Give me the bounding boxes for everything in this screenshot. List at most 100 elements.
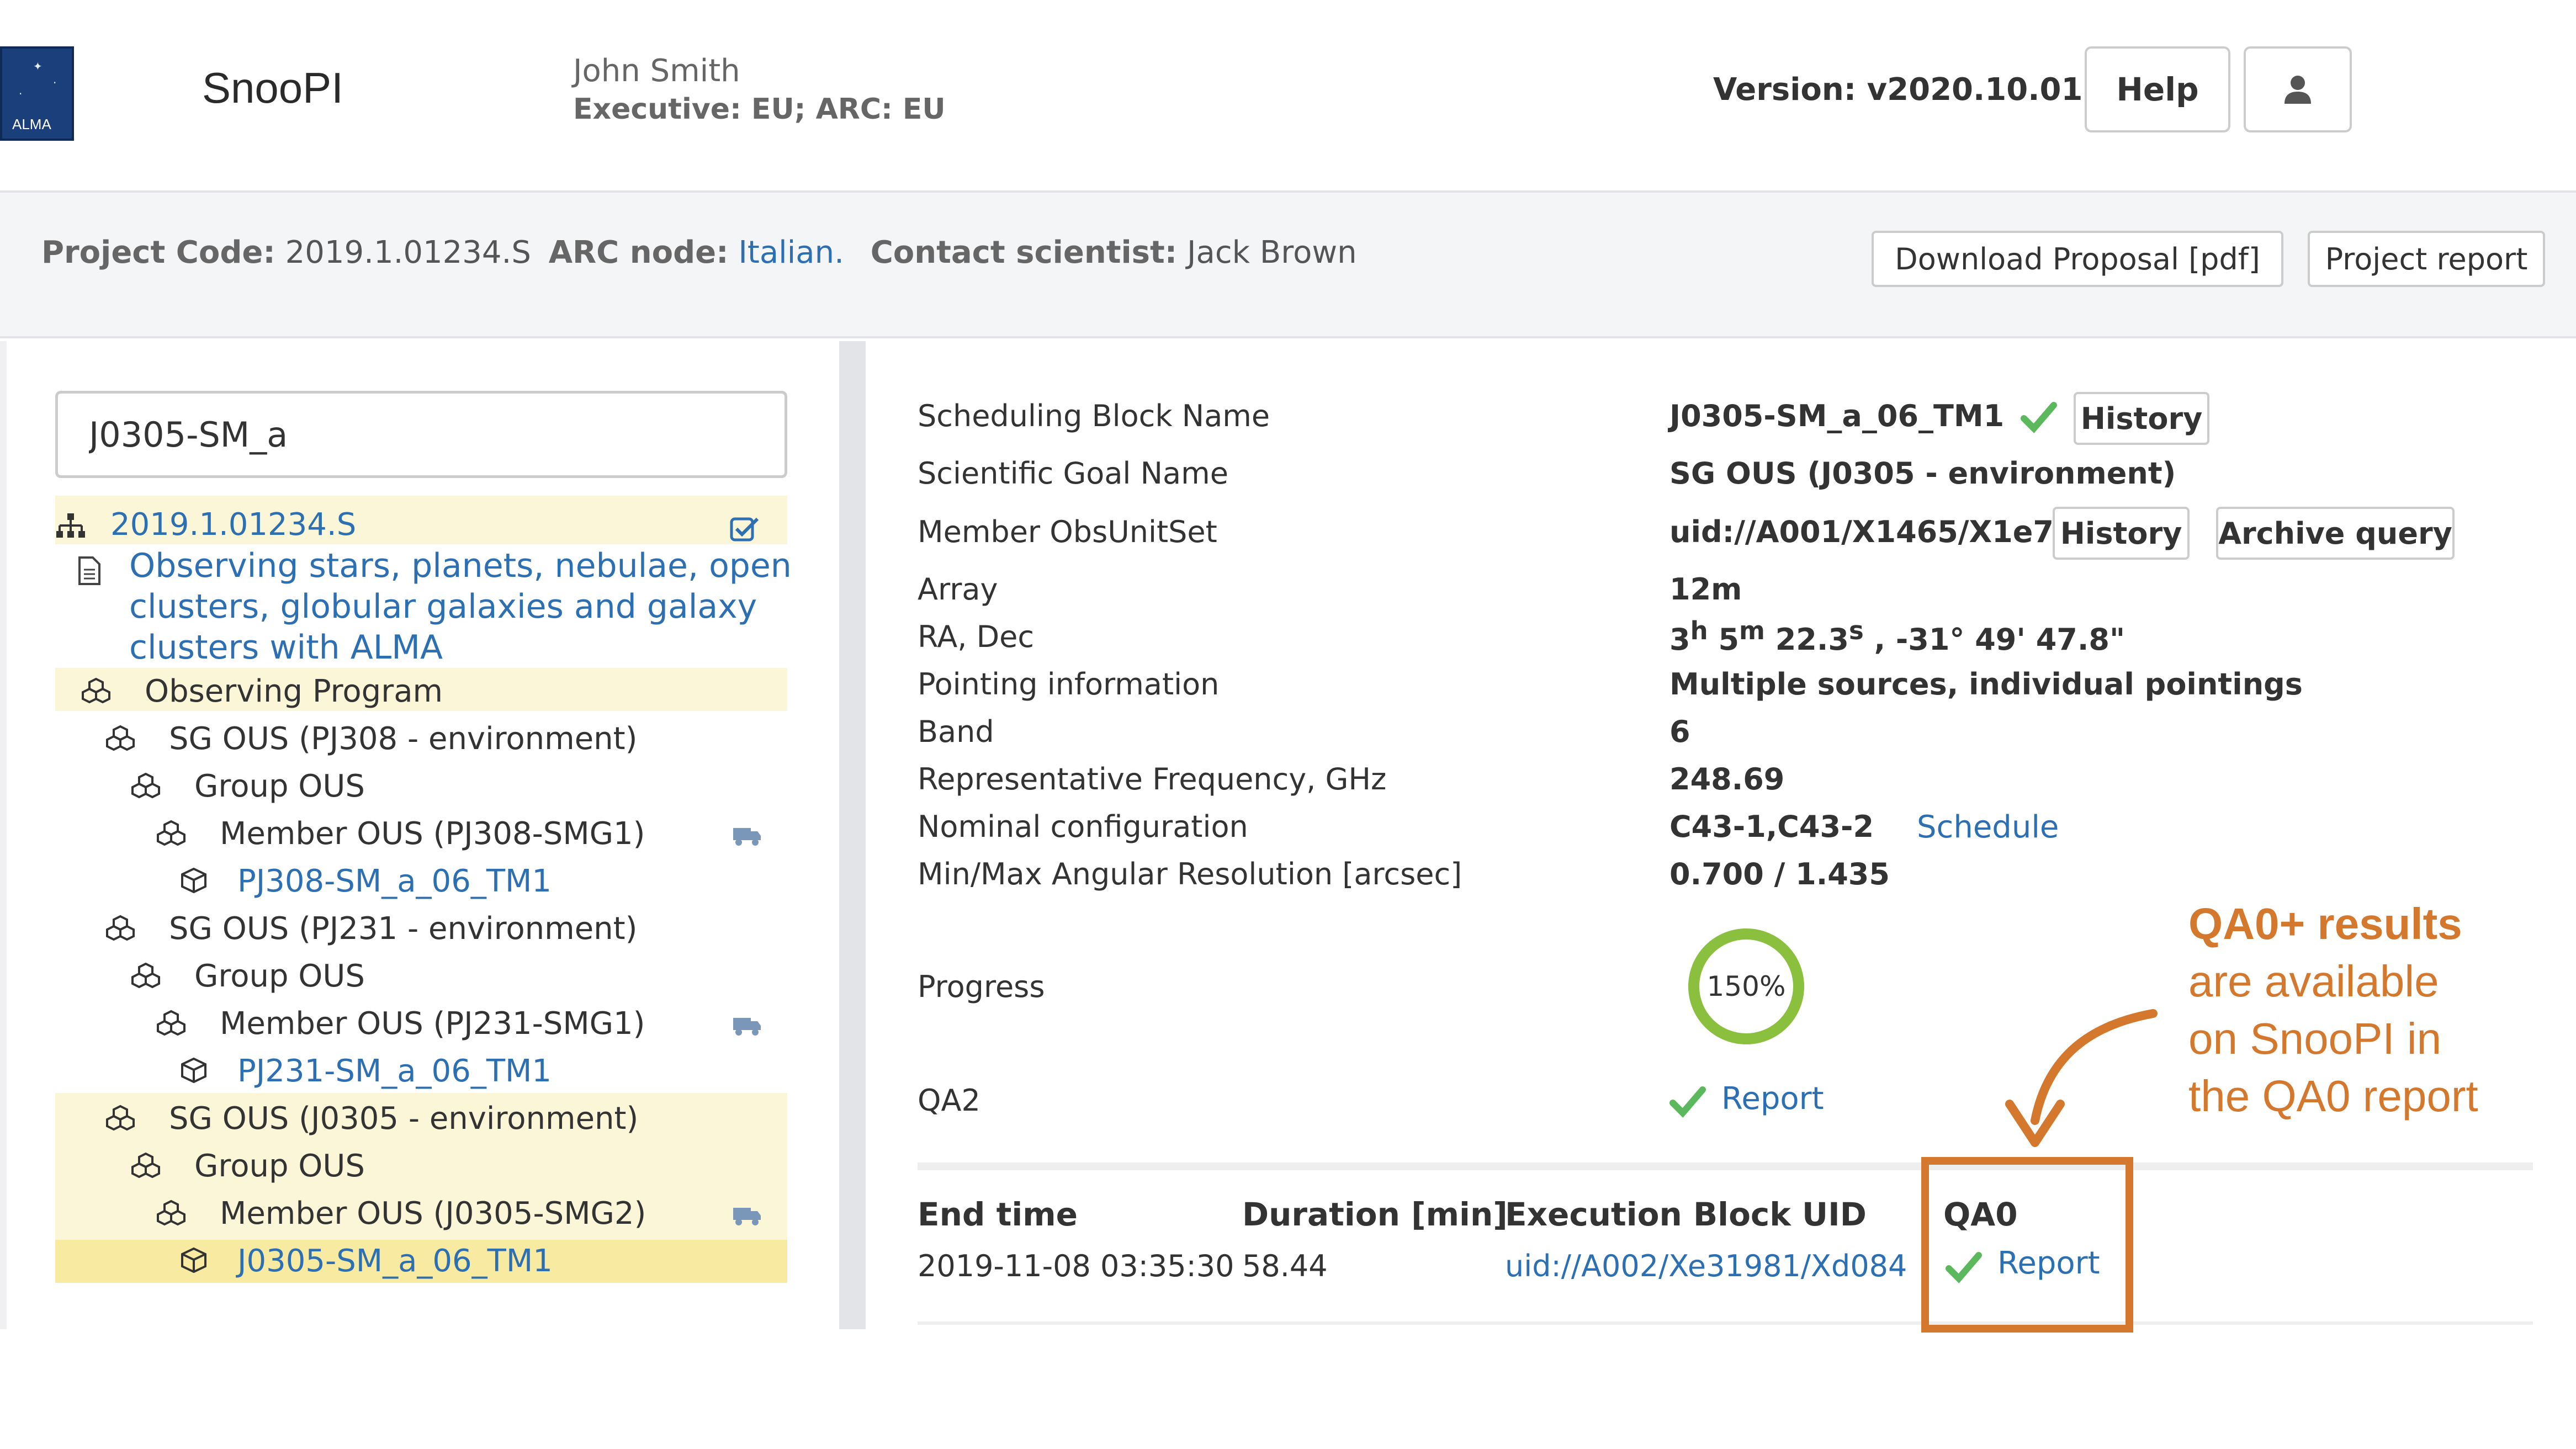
project-info: Project Code: 2019.1.01234.S ARC node: I… <box>41 235 1357 270</box>
table-header-eb-uid: Execution Block UID <box>1505 1196 1867 1233</box>
detail-label: Nominal configuration <box>918 809 1248 844</box>
annotation-highlight-box <box>1921 1157 2133 1333</box>
tree-node-label: Group OUS <box>194 768 365 804</box>
detail-label: Pointing information <box>918 667 1220 702</box>
truck-icon <box>733 828 761 846</box>
tree-node-label: Group OUS <box>194 958 365 994</box>
table-header-end-time: End time <box>918 1196 1078 1233</box>
project-code-label: Project Code: <box>41 235 275 270</box>
detail-value-sg-name: SG OUS (J0305 - environment) <box>1669 456 2176 491</box>
arc-node-label: ARC node: <box>548 235 729 270</box>
detail-value-configuration: C43-1,C43-2 <box>1669 809 1874 844</box>
app-title[interactable]: SnooPI <box>202 63 343 113</box>
check-icon <box>2021 402 2057 433</box>
contact-scientist-value: Jack Brown <box>1187 235 1357 270</box>
cubes-icon <box>131 1152 160 1178</box>
tree-node-label: SG OUS (PJ231 - environment) <box>169 911 638 947</box>
table-separator <box>918 1321 2533 1325</box>
cubes-icon <box>131 962 160 988</box>
cubes-icon <box>82 677 110 703</box>
cubes-icon <box>157 820 185 846</box>
tree-node-label: Member OUS (PJ308-SMG1) <box>220 816 645 852</box>
sitemap-icon <box>56 513 85 538</box>
project-report-button[interactable]: Project report <box>2308 231 2545 287</box>
alma-logo[interactable]: ✦ · · ALMA <box>0 46 74 141</box>
tree-node-label: Group OUS <box>194 1148 365 1184</box>
tree-node-proposal-title-text[interactable]: Observing stars, planets, nebulae, open … <box>129 545 792 668</box>
cube-icon <box>181 1057 206 1083</box>
user-menu-button[interactable] <box>2244 46 2352 132</box>
project-code-value: 2019.1.01234.S <box>285 235 531 270</box>
table-cell-duration: 58.44 <box>1242 1249 1328 1283</box>
tree-node-label: PJ308-SM_a_06_TM1 <box>237 863 552 899</box>
tree-node-label: J0305-SM_a_06_TM1 <box>237 1243 553 1279</box>
tree-node-label: PJ231-SM_a_06_TM1 <box>237 1053 552 1089</box>
tree-node-label: Member OUS (J0305-SMG2) <box>220 1196 646 1232</box>
annotation-line: QA0+ results <box>2188 899 2462 948</box>
tree-node-label: SG OUS (PJ308 - environment) <box>169 721 638 757</box>
detail-label: Member ObsUnitSet <box>918 514 1217 549</box>
detail-value-member-ous: uid://A001/X1465/X1e7a <box>1669 514 2074 549</box>
table-separator <box>918 1163 2533 1170</box>
detail-value-band: 6 <box>1669 714 1690 749</box>
annotation-line: the QA0 report <box>2188 1071 2478 1121</box>
cubes-icon <box>106 915 135 941</box>
schedule-link[interactable]: Schedule <box>1917 809 2059 845</box>
annotation-arrow <box>2005 1009 2158 1147</box>
truck-icon <box>733 1208 761 1225</box>
detail-label: RA, Dec <box>918 619 1035 654</box>
detail-value-pointing: Multiple sources, individual pointings <box>1669 667 2303 702</box>
qa2-report-link[interactable]: Report <box>1721 1081 1824 1117</box>
table-cell-end-time: 2019-11-08 03:35:30 <box>918 1249 1234 1283</box>
cubes-icon <box>157 1199 185 1225</box>
star-icon: ✦ <box>33 60 43 73</box>
tree-node-label[interactable]: 2019.1.01234.S <box>110 507 356 543</box>
cubes-icon <box>157 1010 185 1036</box>
ous-history-button[interactable]: History <box>2053 507 2190 560</box>
proposal-title-line: Observing stars, planets, nebulae, open <box>129 546 792 585</box>
tree-node-label: Observing Program <box>145 673 443 709</box>
detail-value-ra-dec: 3h 5m 22.3s , -31° 49' 47.8" <box>1669 616 2126 657</box>
panel-splitter[interactable] <box>839 341 866 1329</box>
user-role: Executive: EU; ARC: EU <box>573 93 946 126</box>
detail-label: Band <box>918 714 994 749</box>
version-label: Version: v2020.10.01 <box>1713 72 2083 108</box>
annotation-line: are available <box>2188 957 2439 1006</box>
tree-search-input[interactable] <box>55 391 787 478</box>
cube-icon <box>181 867 206 893</box>
detail-label: Min/Max Angular Resolution [arcsec] <box>918 857 1462 891</box>
tree-node-label: SG OUS (J0305 - environment) <box>169 1101 639 1137</box>
detail-label: Scheduling Block Name <box>918 399 1270 433</box>
detail-label: Scientific Goal Name <box>918 456 1228 491</box>
cubes-icon <box>106 1105 135 1130</box>
detail-label: Progress <box>918 969 1045 1004</box>
detail-value-frequency: 248.69 <box>1669 762 1785 797</box>
proposal-title-line: clusters, globular galaxies and galaxy <box>129 587 757 626</box>
star-icon: · <box>19 87 23 100</box>
help-button[interactable]: Help <box>2085 46 2230 132</box>
cubes-icon <box>131 772 160 798</box>
user-name: John Smith <box>573 53 740 89</box>
table-header-duration: Duration [min] <box>1242 1196 1508 1233</box>
arc-node-link[interactable]: Italian. <box>738 235 844 270</box>
logo-text: ALMA <box>12 116 51 132</box>
detail-value-array: 12m <box>1669 572 1742 607</box>
check-icon <box>1669 1086 1706 1118</box>
download-proposal-button[interactable]: Download Proposal [pdf] <box>1872 231 2283 287</box>
detail-value-resolution: 0.700 / 1.435 <box>1669 857 1890 891</box>
detail-label: QA2 <box>918 1083 980 1118</box>
checkbox-icon[interactable] <box>730 516 760 542</box>
annotation-line: on SnooPI in <box>2188 1014 2442 1063</box>
contact-scientist-label: Contact scientist: <box>870 235 1178 270</box>
sb-history-button[interactable]: History <box>2074 392 2209 445</box>
detail-label: Representative Frequency, GHz <box>918 762 1387 797</box>
cube-icon <box>181 1247 206 1273</box>
detail-label: Array <box>918 572 998 607</box>
tree-node-label: Member OUS (PJ231-SMG1) <box>220 1006 645 1042</box>
proposal-title-line: clusters with ALMA <box>129 628 443 667</box>
cubes-icon <box>106 725 135 751</box>
progress-value: 150% <box>1706 970 1786 1002</box>
archive-query-button[interactable]: Archive query <box>2216 507 2455 560</box>
eb-uid-link[interactable]: uid://A002/Xe31981/Xd084 <box>1505 1249 1907 1283</box>
progress-ring: 150% <box>1688 928 1804 1044</box>
